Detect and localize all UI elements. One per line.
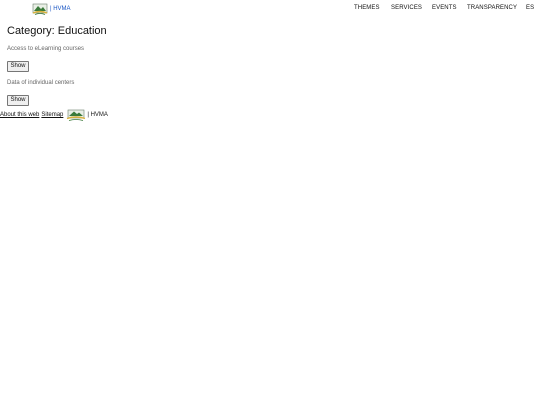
nav-item-events[interactable]: EVENTS — [432, 3, 457, 13]
show-centers-button[interactable]: Show — [7, 95, 29, 106]
main-nav: THEMES SERVICES EVENTS TRANSPARENCY ES — [0, 3, 540, 13]
nav-item-themes[interactable]: THEMES — [354, 3, 380, 13]
show-elearning-button[interactable]: Show — [7, 61, 29, 72]
sitemap-link[interactable]: Sitemap — [41, 110, 63, 120]
about-link[interactable]: About this web — [0, 110, 39, 120]
nav-item-transparency[interactable]: TRANSPARENCY — [467, 3, 517, 13]
site-header: | HVMA THEMES SERVICES EVENTS TRANSPAREN… — [0, 0, 540, 17]
site-footer: About this web Sitemap | HVMA — [0, 108, 108, 122]
footer-logo-icon — [67, 109, 86, 121]
footer-brand-text: | HVMA — [87, 112, 108, 118]
item-label-elearning: Access to eLearning courses — [7, 46, 85, 52]
nav-item-language-es[interactable]: ES — [526, 3, 534, 13]
page-title: Category: Education — [7, 25, 107, 37]
item-label-centers: Data of individual centers — [7, 80, 75, 86]
nav-item-services[interactable]: SERVICES — [391, 3, 422, 13]
